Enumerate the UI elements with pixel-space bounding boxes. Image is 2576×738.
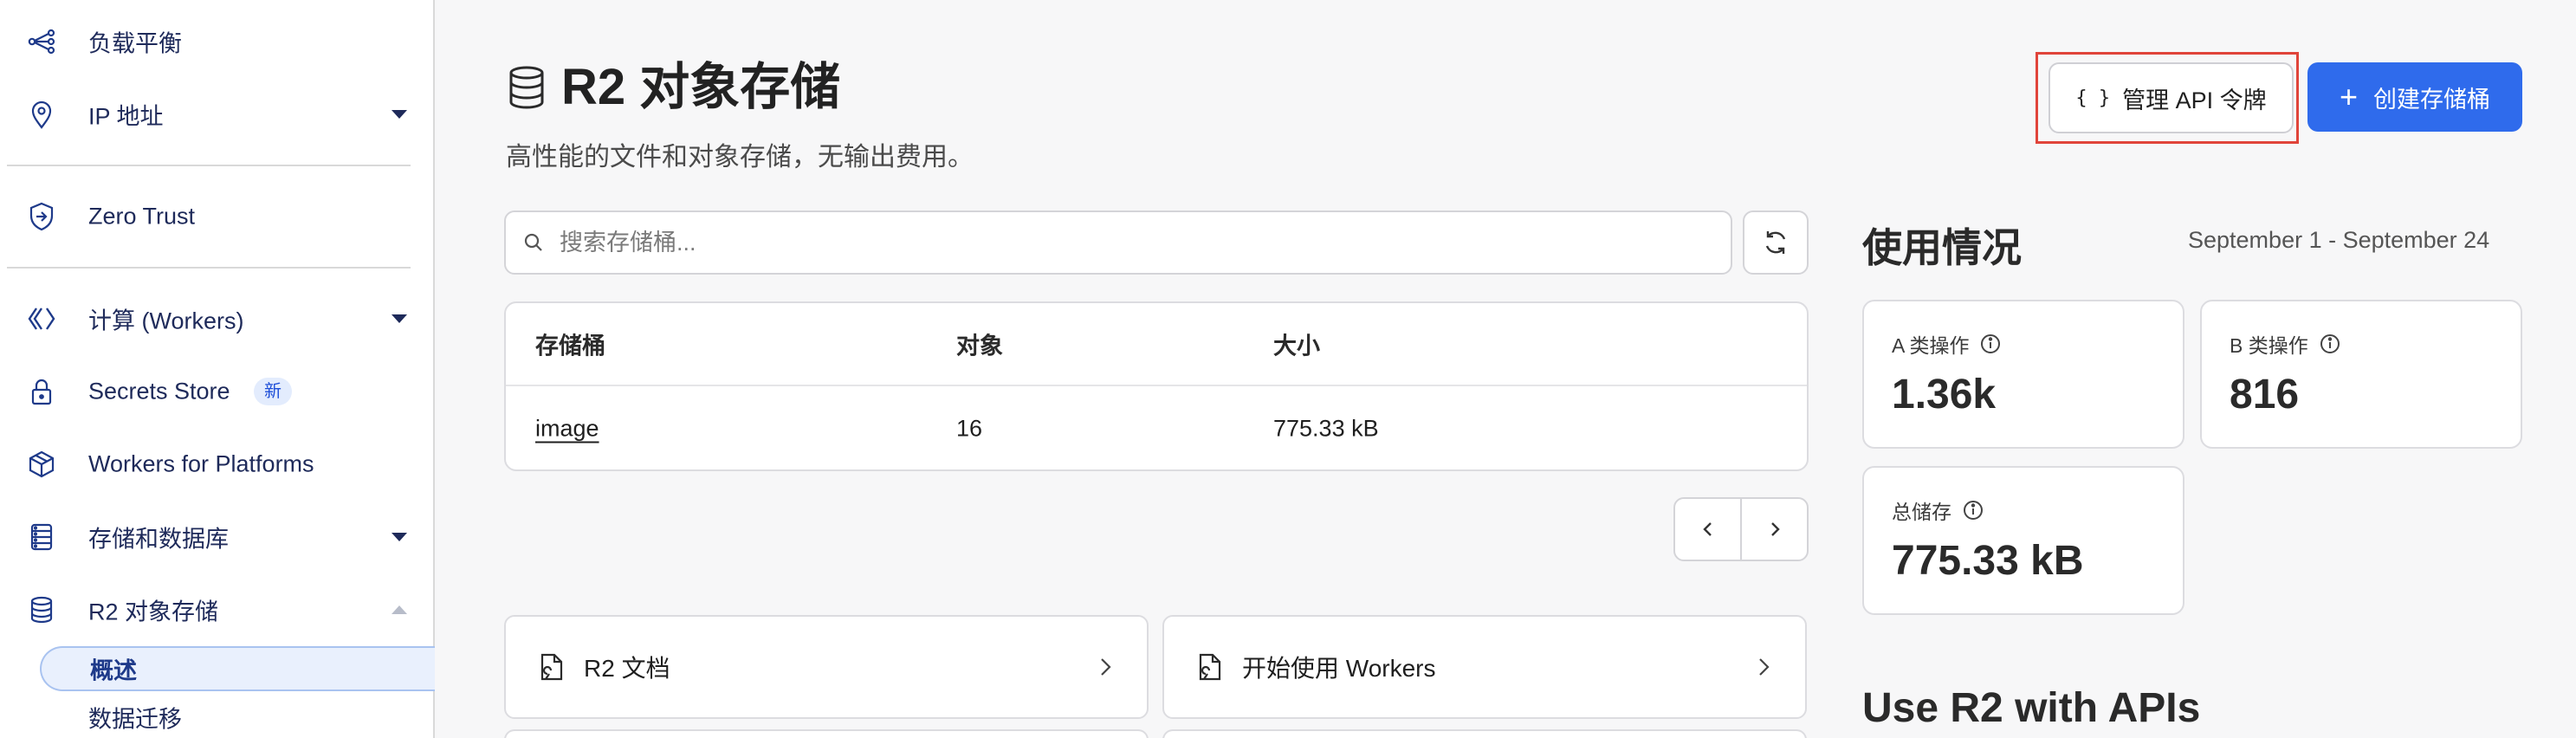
bucket-name-link[interactable]: image — [535, 416, 599, 443]
stat-label: 总储存 — [1892, 495, 1984, 525]
bucket-size: 775.33 kB — [1273, 415, 1379, 442]
search-icon — [524, 233, 542, 251]
sidebar-item-storage-databases[interactable]: 存储和数据库 — [0, 511, 416, 563]
column-header-size[interactable]: 大小 — [1273, 327, 1320, 361]
stat-card-total-storage: 总储存 775.33 kB — [1862, 466, 2184, 615]
table-row[interactable]: image 16 775.33 kB — [506, 386, 1807, 471]
sidebar-subitem-data-migration[interactable]: 数据迁移 — [40, 695, 435, 738]
chevron-down-icon[interactable] — [392, 110, 407, 119]
stat-value: 1.36k — [1892, 372, 1997, 418]
sidebar-divider — [7, 267, 411, 269]
sidebar-item-load-balancing[interactable]: 负载平衡 — [0, 16, 416, 68]
plus-icon: + — [2339, 79, 2359, 114]
document-icon — [540, 653, 563, 681]
lock-icon — [24, 374, 59, 409]
stat-value: 816 — [2230, 372, 2300, 418]
stat-card-class-b: B 类操作 816 — [2200, 300, 2522, 449]
chevron-right-icon — [1759, 658, 1770, 676]
stat-card-class-a: A 类操作 1.36k — [1862, 300, 2184, 449]
sidebar-item-label: Workers for Platforms — [88, 450, 314, 477]
sidebar-item-ip-addresses[interactable]: IP 地址 — [0, 88, 416, 140]
buckets-table: 存储桶 对象 大小 image 16 775.33 kB — [504, 301, 1809, 471]
sidebar-item-label: 负载平衡 — [88, 30, 182, 57]
code-braces-icon: { } — [2075, 87, 2111, 109]
document-icon — [1199, 653, 1221, 681]
sidebar-item-label: Zero Trust — [88, 203, 196, 230]
sidebar-item-secrets-store[interactable]: Secrets Store 新 — [0, 366, 416, 418]
sidebar-divider — [7, 165, 411, 166]
search-input[interactable] — [560, 212, 1712, 273]
pagination — [1673, 497, 1809, 561]
stat-value: 775.33 kB — [1892, 538, 2084, 584]
chevron-down-icon[interactable] — [392, 314, 407, 323]
sidebar-item-label: 计算 (Workers) — [88, 308, 244, 334]
previous-page-button[interactable] — [1675, 499, 1742, 560]
info-icon[interactable] — [2319, 333, 2341, 355]
use-r2-apis-heading: Use R2 with APIs — [1862, 685, 2201, 731]
sidebar-item-compute-workers[interactable]: 计算 (Workers) — [0, 293, 416, 345]
chevron-left-icon — [1702, 522, 1712, 536]
resource-card-label: R2 文档 — [584, 655, 670, 682]
sidebar-item-label: 存储和数据库 — [88, 526, 229, 553]
load-balancer-icon — [24, 24, 59, 59]
bucket-objects: 16 — [956, 415, 983, 442]
column-header-objects[interactable]: 对象 — [956, 327, 1003, 361]
usage-title: 使用情况 — [1862, 225, 2022, 270]
manage-api-tokens-label: 管理 API 令牌 — [2122, 87, 2267, 113]
sidebar-item-label: IP 地址 — [88, 103, 164, 130]
create-bucket-label: 创建存储桶 — [2373, 86, 2491, 113]
chevron-right-icon — [1770, 522, 1780, 536]
workers-icon — [24, 301, 59, 336]
create-bucket-button[interactable]: + 创建存储桶 — [2307, 62, 2522, 132]
refresh-button[interactable] — [1743, 210, 1809, 275]
table-header: 存储桶 对象 大小 — [506, 303, 1807, 386]
storage-icon — [24, 520, 59, 554]
sidebar-subitem-label: 数据迁移 — [88, 706, 182, 733]
database-icon — [24, 592, 59, 627]
stat-label-text: B 类操作 — [2230, 334, 2308, 357]
usage-date-range: September 1 - September 24 — [2188, 227, 2490, 253]
page-title: R2 对象存储 — [506, 62, 840, 113]
chevron-right-icon — [1101, 658, 1111, 676]
stat-label-text: A 类操作 — [1892, 334, 1970, 357]
sidebar-subitem-label: 概述 — [90, 657, 137, 684]
search-box — [504, 210, 1732, 275]
info-icon[interactable] — [1979, 333, 2002, 355]
next-page-button[interactable] — [1742, 499, 1807, 560]
new-badge: 新 — [254, 378, 292, 405]
location-pin-icon — [24, 97, 59, 132]
chevron-up-icon[interactable] — [392, 605, 407, 614]
chevron-down-icon[interactable] — [392, 533, 407, 541]
resource-card-partial — [504, 729, 1149, 738]
resource-card-label: 开始使用 Workers — [1242, 655, 1436, 682]
stat-label-text: 总储存 — [1892, 501, 1951, 523]
manage-api-tokens-button[interactable]: { } 管理 API 令牌 — [2049, 62, 2294, 133]
resource-card-r2-docs[interactable]: R2 文档 — [504, 615, 1149, 719]
column-header-bucket[interactable]: 存储桶 — [535, 327, 605, 361]
cube-icon — [24, 447, 59, 482]
sidebar: 负载平衡 IP 地址 Zero Trust 计算 (Workers) Secre… — [0, 0, 435, 738]
resource-card-partial — [1162, 729, 1807, 738]
zero-trust-icon — [24, 199, 59, 234]
stat-label: B 类操作 — [2230, 329, 2341, 359]
page-title-text: R2 对象存储 — [561, 59, 841, 115]
sidebar-item-r2-object-storage[interactable]: R2 对象存储 — [0, 584, 416, 636]
sidebar-item-label: R2 对象存储 — [88, 599, 219, 625]
database-icon — [509, 66, 544, 109]
refresh-icon — [1765, 231, 1786, 254]
resource-card-workers[interactable]: 开始使用 Workers — [1162, 615, 1807, 719]
sidebar-item-workers-for-platforms[interactable]: Workers for Platforms — [0, 438, 416, 490]
sidebar-item-label: Secrets Store — [88, 378, 230, 405]
page-subtitle: 高性能的文件和对象存储，无输出费用。 — [506, 143, 974, 172]
info-icon[interactable] — [1962, 499, 1984, 521]
sidebar-subitem-overview[interactable]: 概述 — [40, 646, 435, 691]
stat-label: A 类操作 — [1892, 329, 2002, 359]
sidebar-item-zero-trust[interactable]: Zero Trust — [0, 191, 416, 243]
